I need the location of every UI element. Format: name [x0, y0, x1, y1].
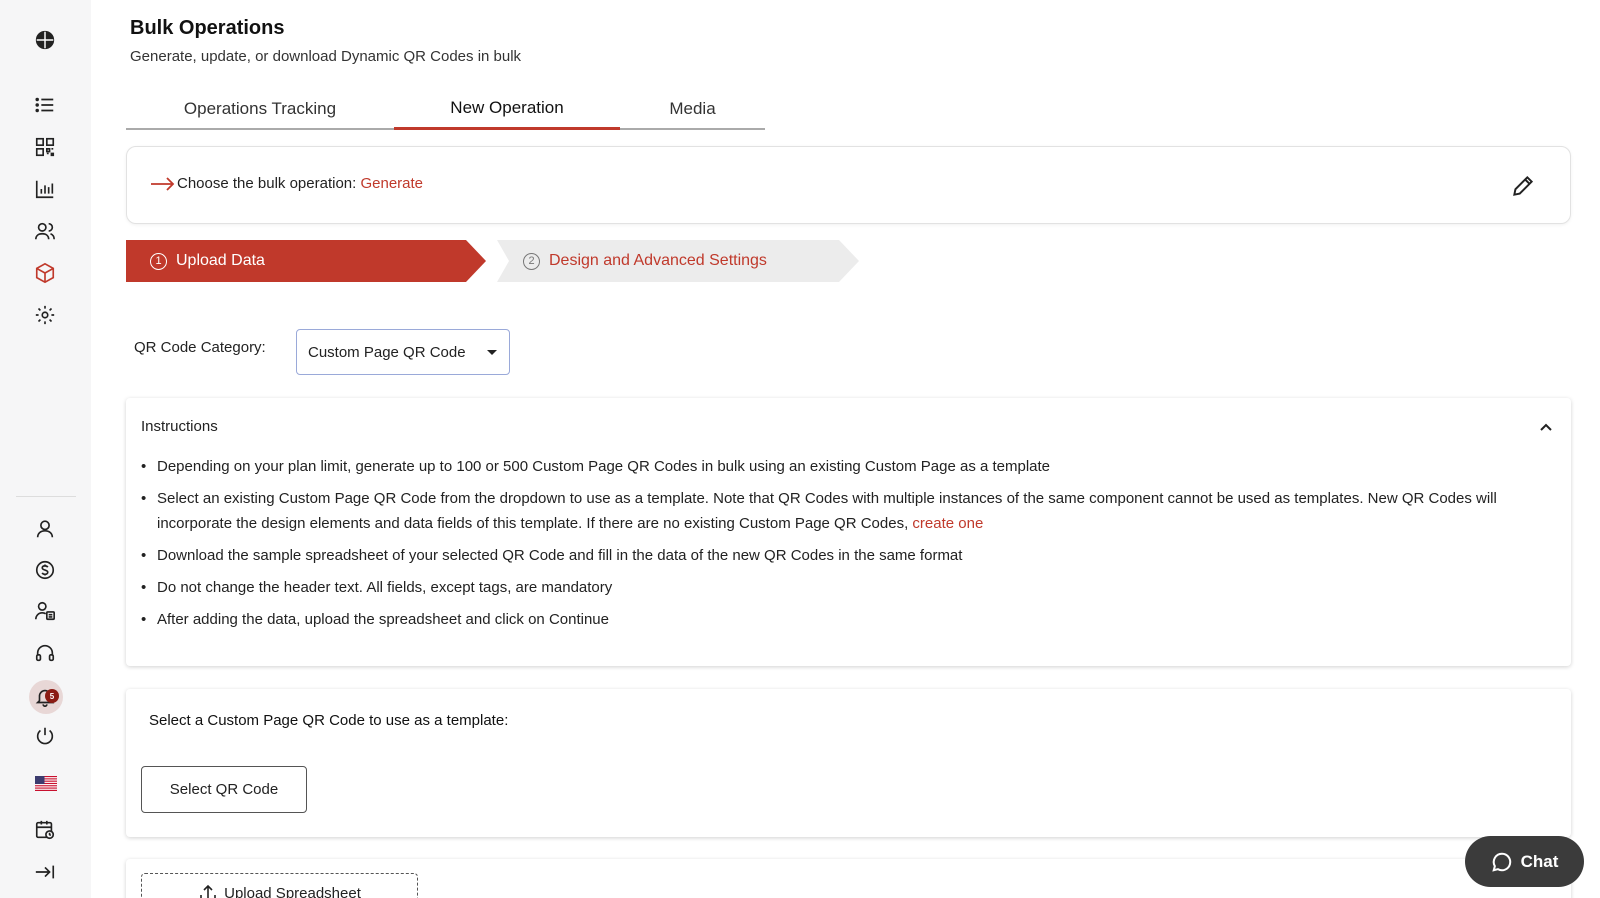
instruction-item: After adding the data, upload the spread… — [141, 607, 1551, 632]
step-label: Design and Advanced Settings — [549, 252, 767, 269]
list-icon[interactable] — [33, 93, 57, 117]
step-number: 1 — [150, 252, 167, 270]
step-upload-data[interactable]: 1 Upload Data — [126, 240, 486, 282]
caret-down-icon — [487, 350, 497, 355]
select-qr-code-button[interactable]: Select QR Code — [141, 766, 307, 813]
category-selected-value: Custom Page QR Code — [308, 343, 466, 361]
collapse-instructions-button[interactable] — [1535, 416, 1557, 438]
create-one-link[interactable]: create one — [912, 515, 983, 532]
billing-icon[interactable] — [33, 558, 57, 582]
category-select[interactable]: Custom Page QR Code — [296, 329, 510, 375]
operation-label: Choose the bulk operation: Generate — [177, 175, 423, 192]
tab-bar: Operations Tracking New Operation Media — [126, 88, 765, 130]
gear-icon[interactable] — [33, 303, 57, 327]
instruction-item: Depending on your plan limit, generate u… — [141, 454, 1551, 479]
page-subtitle: Generate, update, or download Dynamic QR… — [130, 48, 522, 65]
operation-chooser: Choose the bulk operation: Generate — [126, 146, 1571, 224]
step-number: 2 — [523, 252, 540, 270]
chat-bubble-icon — [1491, 852, 1511, 872]
users-icon[interactable] — [33, 219, 57, 243]
operation-prefix: Choose the bulk operation: — [177, 175, 361, 192]
step-progress: 1 Upload Data 2 Design and Advanced Sett… — [126, 240, 866, 282]
upload-label: Upload Spreadsheet — [224, 885, 361, 898]
calendar-icon[interactable] — [33, 818, 57, 842]
analytics-icon[interactable] — [33, 177, 57, 201]
operation-value[interactable]: Generate — [360, 175, 423, 192]
template-panel: Select a Custom Page QR Code to use as a… — [126, 689, 1571, 837]
upload-spreadsheet-button[interactable]: Upload Spreadsheet — [141, 873, 418, 898]
step-design-settings[interactable]: 2 Design and Advanced Settings — [497, 240, 859, 282]
chat-label: Chat — [1520, 851, 1559, 871]
chat-button[interactable]: Chat — [1465, 836, 1584, 887]
cube-icon[interactable] — [33, 261, 57, 285]
tab-new-operation[interactable]: New Operation — [394, 88, 620, 130]
category-label: QR Code Category: — [134, 339, 266, 356]
edit-operation-button[interactable] — [1510, 173, 1536, 199]
collapse-icon[interactable] — [33, 860, 57, 884]
sidebar: 5 — [0, 0, 91, 898]
arrow-right-icon — [151, 177, 175, 191]
sidebar-divider — [16, 496, 76, 497]
tab-operations-tracking[interactable]: Operations Tracking — [126, 88, 394, 130]
instruction-item: Download the sample spreadsheet of your … — [141, 543, 1551, 568]
headset-icon[interactable] — [33, 641, 57, 665]
globe-icon[interactable] — [33, 28, 57, 52]
notification-badge: 5 — [45, 689, 59, 703]
user-settings-icon[interactable] — [33, 599, 57, 623]
user-icon[interactable] — [33, 517, 57, 541]
instruction-item: Select an existing Custom Page QR Code f… — [141, 486, 1551, 536]
us-flag-icon[interactable] — [35, 776, 57, 791]
chevron-up-icon — [1540, 423, 1552, 431]
upload-panel: Upload Spreadsheet — [126, 859, 1571, 898]
instructions-list: Depending on your plan limit, generate u… — [141, 454, 1551, 639]
instruction-item: Do not change the header text. All field… — [141, 575, 1551, 600]
template-label: Select a Custom Page QR Code to use as a… — [149, 712, 509, 729]
pencil-icon — [1513, 175, 1534, 196]
tab-media[interactable]: Media — [620, 88, 765, 130]
qr-code-icon[interactable] — [33, 135, 57, 159]
page-title: Bulk Operations — [130, 17, 285, 39]
instructions-title: Instructions — [141, 418, 218, 435]
upload-icon — [200, 884, 216, 898]
instructions-panel: Instructions Depending on your plan limi… — [126, 398, 1571, 666]
step-label: Upload Data — [176, 252, 265, 269]
power-icon[interactable] — [33, 724, 57, 748]
